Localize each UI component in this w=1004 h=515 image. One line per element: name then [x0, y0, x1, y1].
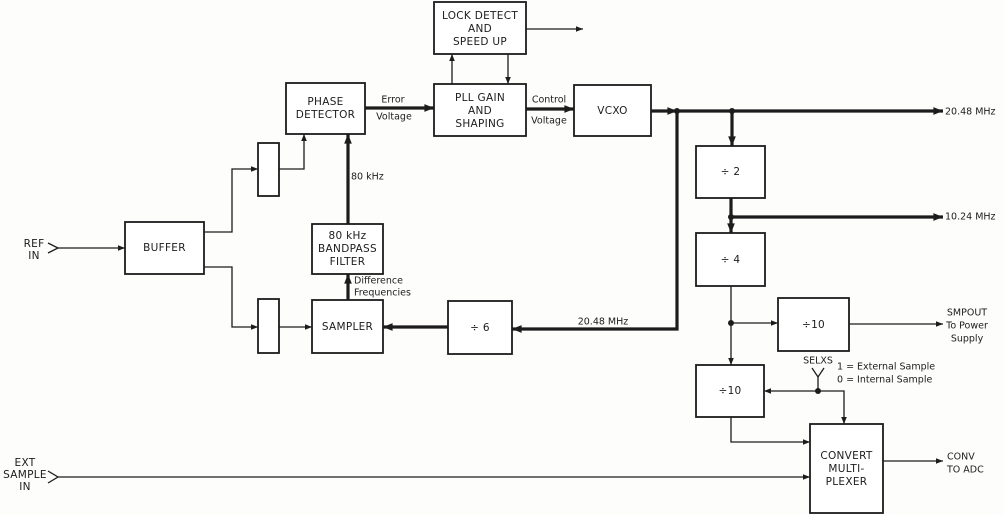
pll-block-diagram: REF IN EXT SAMPLE IN BUFFER PHASE DETECT… — [3, 1, 996, 514]
ref-conditioner-block-lower — [257, 298, 280, 354]
ref-in-input: REF IN — [24, 238, 60, 262]
ext-sample-connector-icon — [47, 470, 60, 484]
ref-in-connector-icon — [47, 242, 60, 254]
wire-selxs-to-convert-mux — [818, 390, 847, 424]
output-20-48-label: 20.48 MHz — [945, 107, 996, 118]
control-voltage-label-line1: Control — [532, 95, 566, 106]
ext-sample-in-label-line1: EXT — [15, 457, 36, 469]
pll-gain-block: PLL GAIN AND SHAPING — [433, 83, 527, 137]
selxs-connector-icon — [811, 367, 825, 379]
convert-multiplexer-block: CONVERT MULTI- PLEXER — [809, 423, 884, 514]
ext-sample-in-label-line3: IN — [19, 481, 31, 493]
divide-by-4-block: ÷ 4 — [695, 232, 766, 287]
feedback-freq-label: 20.48 MHz — [578, 317, 629, 328]
convert-mux-label-line1: CONVERT — [820, 450, 873, 462]
smpout-label-line1: SMPOUT — [947, 308, 987, 319]
divide-by-6-block: ÷ 6 — [447, 300, 513, 355]
phase-detector-block: PHASE DETECTOR — [285, 82, 366, 135]
lock-detect-label-line2: AND — [468, 23, 492, 35]
junction-dot — [728, 320, 734, 326]
ext-sample-in-label-line2: SAMPLE — [3, 469, 47, 481]
conv-label-line1: CONV — [947, 452, 975, 463]
error-voltage-label-line2: Voltage — [376, 112, 412, 123]
junction-dot — [815, 388, 821, 394]
wire-buffer-to-lower-conditioner — [204, 266, 258, 330]
pll-gain-label-line2: AND — [468, 105, 492, 117]
sampler-label: SAMPLER — [322, 321, 373, 333]
vcxo-label: VCXO — [597, 105, 628, 117]
bandpass-filter-label-line1: 80 kHz — [329, 230, 367, 242]
phase-detector-label-line1: PHASE — [307, 96, 343, 108]
divide-by-6-label: ÷ 6 — [470, 322, 490, 334]
wire-feedback-to-divide-6 — [512, 111, 679, 333]
lock-detect-label-line1: LOCK DETECT — [442, 10, 518, 22]
control-voltage-label-line2: Voltage — [531, 116, 567, 127]
divide-by-4-label: ÷ 4 — [721, 254, 741, 266]
error-voltage-label-line1: Error — [381, 95, 404, 106]
junction-dot — [728, 214, 734, 220]
pll-gain-label-line1: PLL GAIN — [455, 92, 505, 104]
bandpass-filter-label-line2: BANDPASS — [318, 243, 377, 255]
selxs-legend-line1: 1 = External Sample — [837, 362, 935, 373]
convert-mux-label-line2: MULTI- — [828, 463, 864, 475]
buffer-block: BUFFER — [124, 221, 205, 275]
wire-buffer-to-upper-conditioner — [204, 166, 258, 233]
lock-detect-block: LOCK DETECT AND SPEED UP — [433, 1, 527, 55]
smpout-label-line3: Supply — [951, 334, 984, 345]
buffer-label: BUFFER — [143, 242, 186, 254]
selxs-legend-line2: 0 = Internal Sample — [837, 375, 932, 386]
divide-by-10-convert-block: ÷10 — [695, 364, 765, 418]
convert-mux-label-line3: PLEXER — [826, 476, 868, 488]
pll-gain-label-line3: SHAPING — [455, 118, 504, 130]
selxs-label: SELXS — [803, 356, 833, 367]
phase-detector-label-line2: DETECTOR — [296, 109, 355, 121]
ref-in-label-line2: IN — [28, 250, 40, 262]
vcxo-block: VCXO — [573, 84, 652, 137]
smpout-label-line2: To Power — [945, 321, 988, 332]
sampler-block: SAMPLER — [311, 299, 384, 354]
output-10-24-label: 10.24 MHz — [945, 212, 996, 223]
bandpass-filter-block: 80 kHz BANDPASS FILTER — [311, 223, 384, 275]
ext-sample-in-input: EXT SAMPLE IN — [3, 457, 60, 493]
divide-by-10-smpout-block: ÷10 — [777, 297, 850, 352]
freq-80khz-label: 80 kHz — [351, 172, 384, 183]
wire-conditioner-to-phase-detector — [279, 134, 307, 170]
conv-label-line2: TO ADC — [946, 465, 984, 476]
divide-by-10-smpout-label: ÷10 — [802, 319, 825, 331]
divide-by-2-label: ÷ 2 — [721, 166, 741, 178]
junction-dot — [729, 108, 735, 114]
divide-by-2-block: ÷ 2 — [695, 145, 766, 199]
divide-by-10-convert-label: ÷10 — [718, 385, 741, 397]
difference-freq-label-line1: Difference — [354, 276, 403, 287]
difference-freq-label-line2: Frequencies — [354, 288, 411, 299]
ref-in-label-line1: REF — [24, 238, 45, 250]
wire-divide-10-to-convert-mux — [730, 417, 810, 445]
lock-detect-label-line3: SPEED UP — [453, 36, 507, 48]
ref-conditioner-block-upper — [257, 142, 280, 197]
bandpass-filter-label-line3: FILTER — [330, 256, 366, 268]
junction-dot — [674, 108, 680, 114]
